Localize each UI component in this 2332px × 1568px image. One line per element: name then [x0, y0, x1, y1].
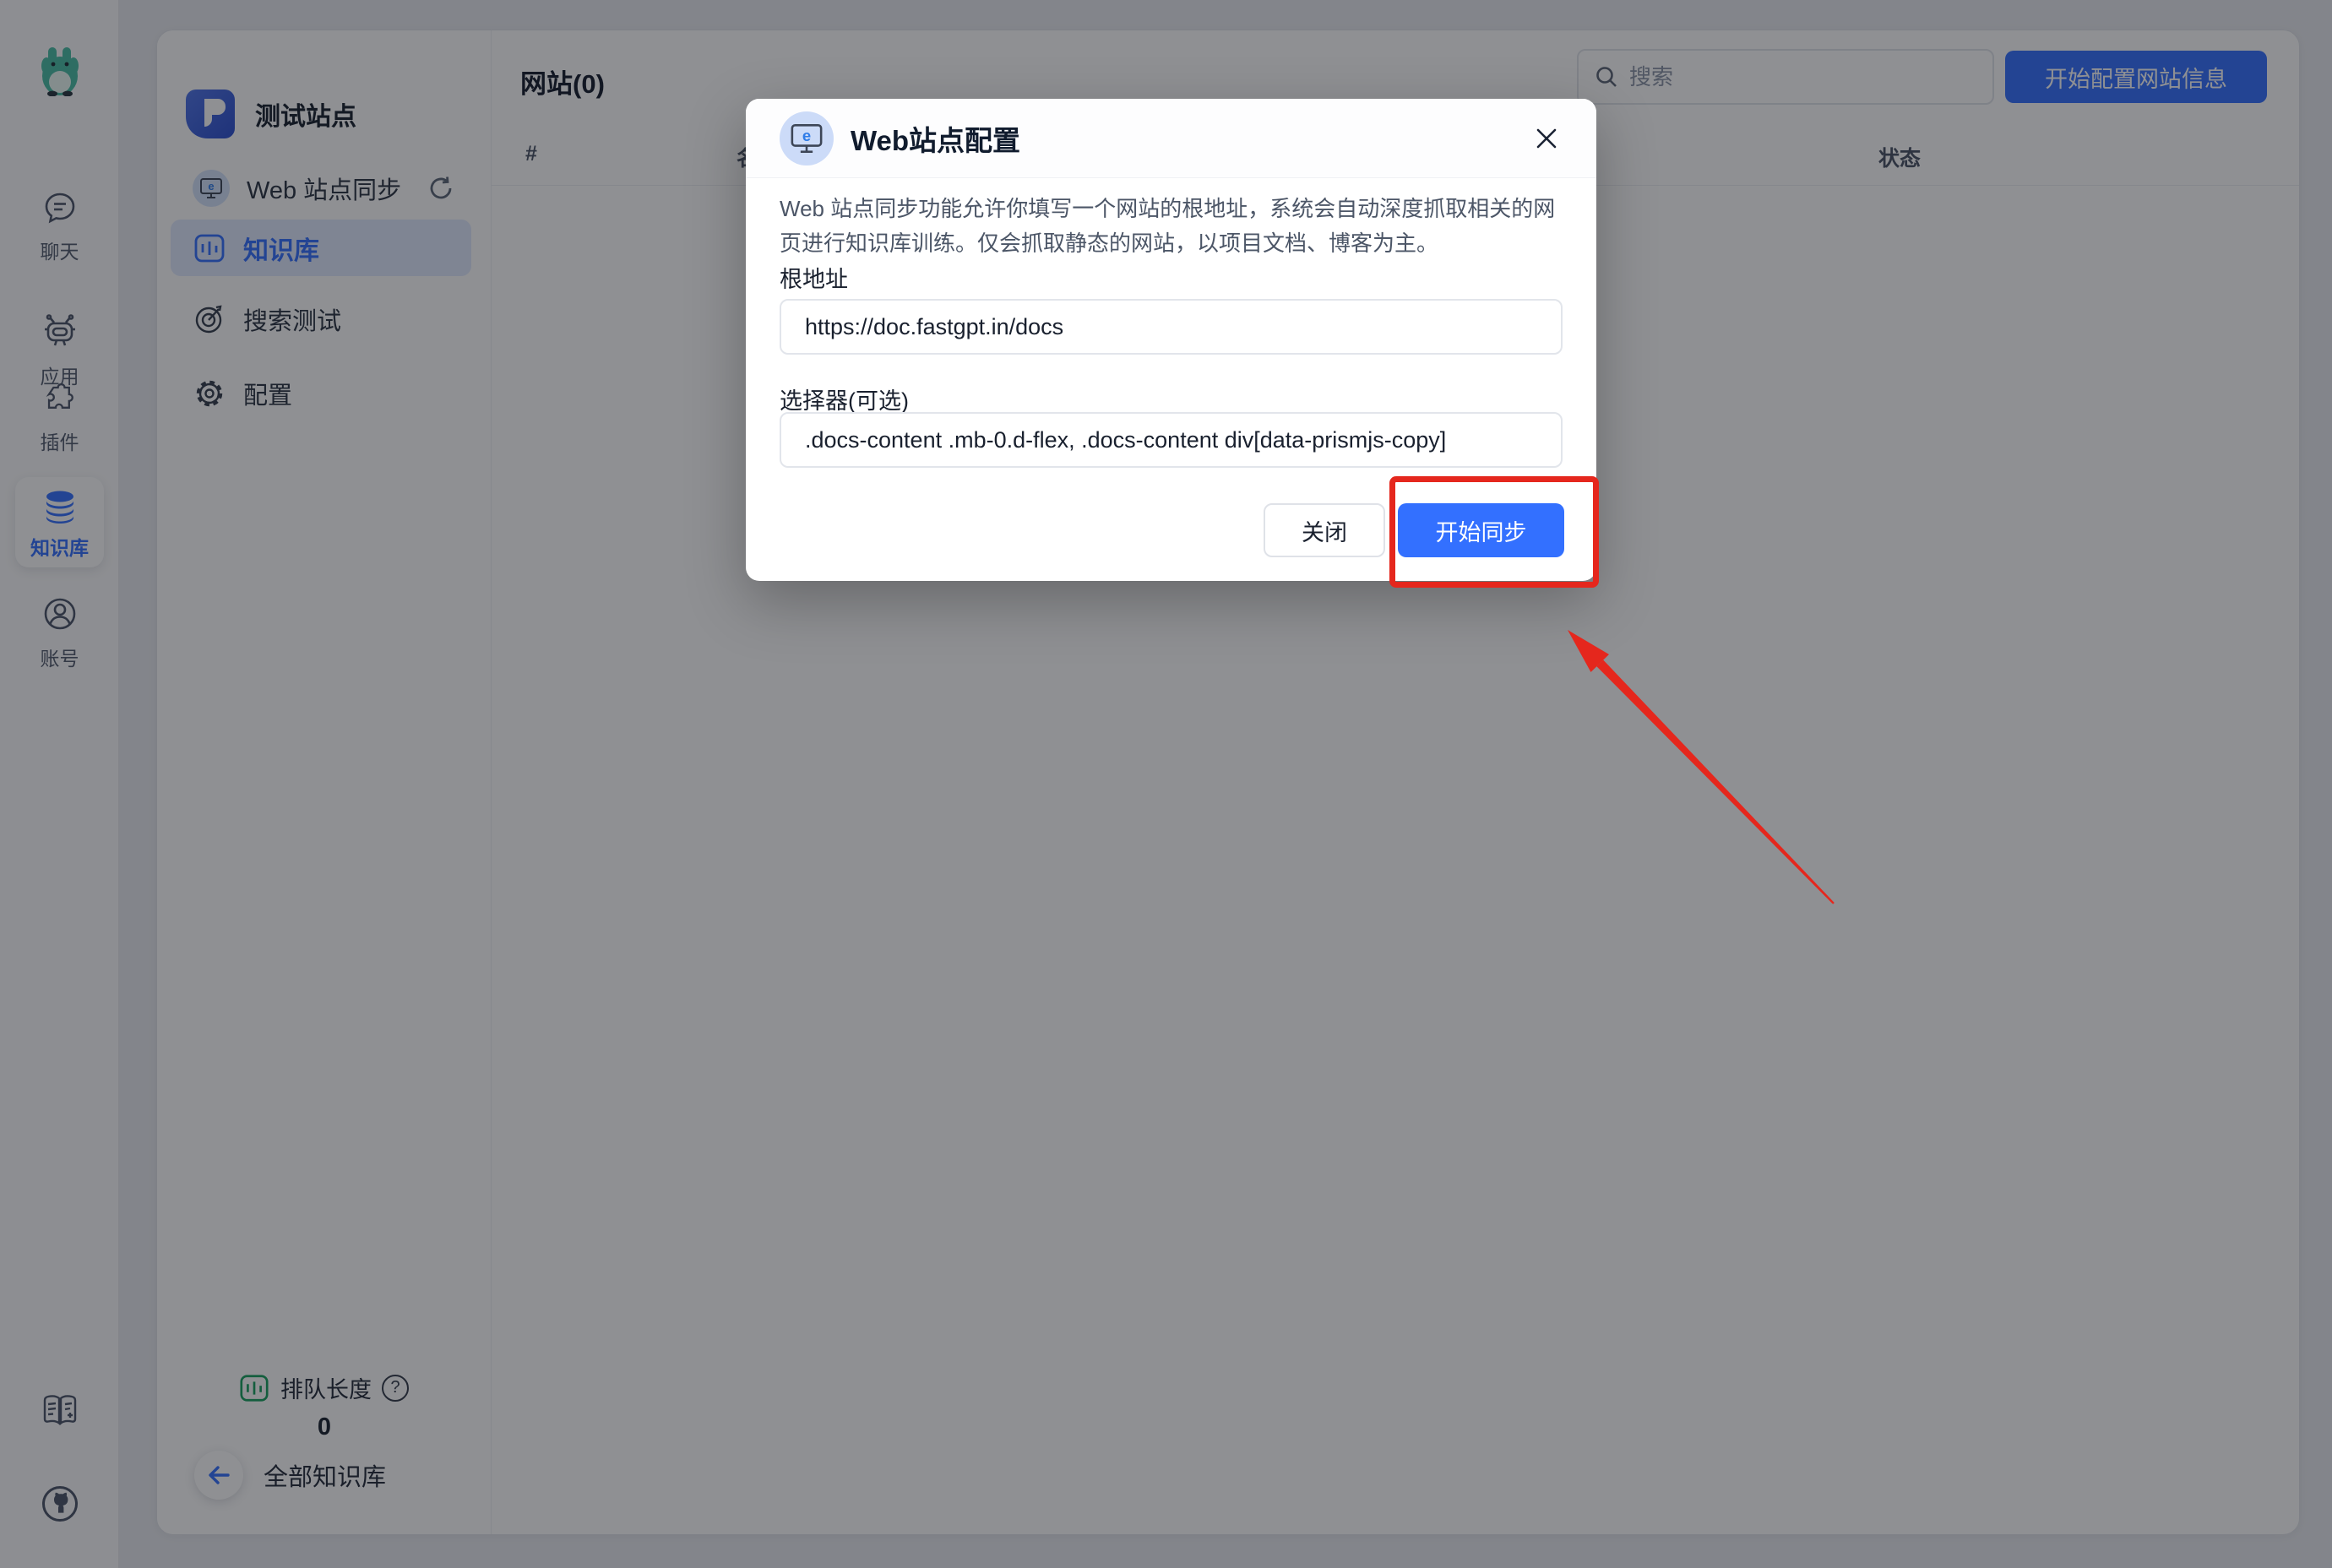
modal-title: Web站点配置	[851, 118, 1020, 159]
modal-header: e Web站点配置	[746, 99, 1596, 178]
close-icon[interactable]	[1530, 122, 1563, 155]
root-url-input[interactable]	[780, 299, 1563, 355]
selector-label: 选择器(可选)	[780, 383, 909, 415]
web-monitor-icon: e	[780, 111, 834, 165]
svg-text:e: e	[802, 126, 811, 144]
annotation-arrow	[1552, 623, 1844, 914]
selector-input[interactable]	[780, 412, 1563, 468]
close-button[interactable]: 关闭	[1264, 503, 1385, 557]
annotation-highlight-rect	[1389, 476, 1599, 588]
modal-description: Web 站点同步功能允许你填写一个网站的根地址，系统会自动深度抓取相关的网页进行…	[780, 192, 1565, 261]
root-url-label: 根地址	[780, 261, 848, 294]
